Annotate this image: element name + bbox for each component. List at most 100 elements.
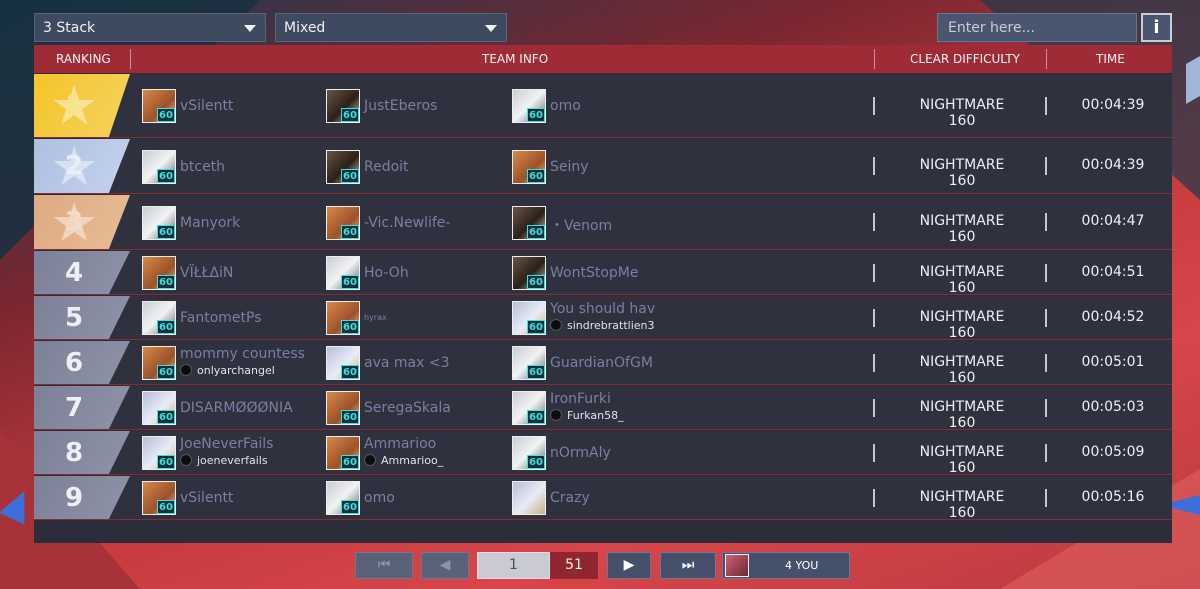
team-member[interactable]: 60 Seiny [512, 150, 812, 184]
info-button[interactable]: i [1141, 13, 1172, 42]
first-page-button[interactable]: ⏮ [355, 552, 413, 579]
team-member[interactable]: 60 Redoit [326, 150, 506, 184]
table-row[interactable]: 8 60 JoeNeverFails joeneverfails 60 Ammarioo A… [34, 431, 1172, 476]
team-member[interactable]: 60 SeregaSkala [326, 391, 506, 425]
team-member[interactable]: 60 omo [326, 481, 506, 515]
header-clear-difficulty: CLEAR DIFFICULTY [910, 52, 1020, 66]
table-row[interactable]: 4 60 VÏŁŁΔiN 60 Ho-Oh 60 WontStopMe NIGHTMARE 1… [34, 251, 1172, 296]
hero-avatar: 60 [512, 391, 546, 425]
search-input[interactable] [937, 13, 1137, 42]
platform-id-text: joeneverfails [197, 454, 268, 467]
header-divider [874, 49, 875, 69]
rank-number: 8 [64, 437, 84, 468]
team-member[interactable]: 60 You should hav sindrebrattlien3 [512, 301, 812, 335]
my-avatar [725, 554, 749, 577]
team-member[interactable]: 60 GuardianOfGM [512, 346, 812, 380]
team-member[interactable]: 60 vSilentt [142, 89, 322, 123]
table-row[interactable]: 9 60 vSilentt 60 omo Crazy NIGHTMARE 160 00:05:… [34, 476, 1172, 521]
column-divider [1045, 353, 1047, 372]
team-member[interactable]: 60 omo [512, 89, 812, 123]
column-divider [873, 443, 875, 462]
team-member[interactable]: 60 VÏŁŁΔiN [142, 256, 322, 290]
hero-avatar: 60 [142, 256, 176, 290]
level-badge: 60 [527, 320, 545, 334]
table-row[interactable]: ★ 3 60 Manyork 60 -Vic.Newlife- 60 ・Venom NIGHTM… [34, 195, 1172, 250]
column-divider [1045, 488, 1047, 507]
table-row[interactable]: ★ 2 60 btceth 60 Redoit 60 Seiny NIGHTMARE 160 00… [34, 139, 1172, 194]
table-row[interactable]: 5 60 FantometPs 60 hyrax 60 You should hav sind… [34, 296, 1172, 341]
team-member[interactable]: 60 FantometPs [142, 301, 322, 335]
current-page-field[interactable]: 1 [477, 552, 550, 579]
level-badge: 60 [157, 169, 175, 183]
team-member[interactable]: 60 btceth [142, 150, 322, 184]
rank-number: 2 [64, 151, 84, 181]
team-member[interactable]: 60 JustEberos [326, 89, 506, 123]
column-divider [1045, 443, 1047, 462]
hero-avatar: 60 [142, 89, 176, 123]
team-member[interactable]: 60 nOrmAly [512, 436, 812, 470]
column-divider [1045, 398, 1047, 417]
rank-badge: 9 [34, 476, 130, 519]
player-name: Ho-Oh [364, 265, 409, 281]
hero-avatar: 60 [326, 436, 360, 470]
chevron-down-icon [244, 25, 256, 32]
team-member[interactable]: 60 JoeNeverFails joeneverfails [142, 436, 322, 470]
clear-time: 00:04:51 [1081, 263, 1145, 280]
team-member[interactable]: 60 hyrax [326, 301, 506, 335]
platform-id: onlyarchangel [180, 364, 275, 377]
team-member[interactable]: 60 Ho-Oh [326, 256, 506, 290]
team-member[interactable]: 60 -Vic.Newlife- [326, 206, 506, 240]
stack-size-dropdown[interactable]: 3 Stack [34, 13, 266, 42]
hero-avatar: 60 [326, 391, 360, 425]
rank-badge: ★ 1 [34, 74, 130, 137]
team-member[interactable]: 60 ava max <3 [326, 346, 506, 380]
next-page-button[interactable]: ▶ [607, 552, 651, 579]
hero-avatar: 60 [142, 436, 176, 470]
rank-number: 7 [64, 392, 84, 423]
team-member[interactable]: 60 IronFurki Furkan58_ [512, 391, 812, 425]
team-member[interactable]: 60 Ammarioo Ammarioo_ [326, 436, 506, 470]
skip-to-first-icon: ⏮ [377, 557, 391, 573]
previous-page-button[interactable]: ◀ [421, 552, 469, 579]
player-name: SeregaSkala [364, 400, 451, 416]
team-member[interactable]: 60 ・Venom [512, 206, 812, 240]
stack-size-value: 3 Stack [43, 20, 96, 36]
rank-badge: 4 [34, 251, 130, 294]
last-page-button[interactable]: ⏭ [660, 552, 716, 579]
clear-time: 00:05:03 [1081, 398, 1145, 415]
rank-number: 5 [64, 302, 84, 333]
hero-avatar: 60 [512, 301, 546, 335]
column-divider [1045, 157, 1047, 175]
mode-value: Mixed [284, 20, 326, 36]
team-member[interactable]: 60 WontStopMe [512, 256, 812, 290]
team-member[interactable]: 60 vSilentt [142, 481, 322, 515]
player-name: -Vic.Newlife- [364, 215, 451, 231]
playstation-icon [550, 409, 562, 421]
table-row[interactable]: ★ 1 60 vSilentt 60 JustEberos 60 omo NIGHTMARE 1… [34, 74, 1172, 138]
level-badge: 60 [157, 365, 175, 379]
column-divider [1045, 263, 1047, 282]
team-member[interactable]: Crazy [512, 481, 812, 515]
hero-avatar: 60 [326, 206, 360, 240]
clear-difficulty: NIGHTMARE 160 [919, 443, 1005, 476]
rank-badge: 7 [34, 386, 130, 429]
table-row[interactable]: 6 60 mommy countess onlyarchangel 60 ava max … [34, 341, 1172, 386]
player-name: ava max <3 [364, 355, 450, 371]
my-rank-button[interactable]: 4 YOU [722, 552, 850, 579]
column-divider [1045, 308, 1047, 327]
column-divider [1045, 96, 1047, 115]
team-member[interactable]: 60 DISARMØØØNIA [142, 391, 322, 425]
team-member[interactable]: 60 Manyork [142, 206, 322, 240]
column-divider [873, 96, 875, 115]
clear-difficulty: NIGHTMARE 160 [919, 263, 1005, 296]
level-badge: 60 [527, 169, 545, 183]
column-divider [873, 308, 875, 327]
team-member[interactable]: 60 mommy countess onlyarchangel [142, 346, 322, 380]
table-row[interactable]: 7 60 DISARMØØØNIA 60 SeregaSkala 60 IronFurki F… [34, 386, 1172, 431]
mode-dropdown[interactable]: Mixed [275, 13, 507, 42]
playstation-icon [180, 364, 192, 376]
hero-avatar: 60 [142, 391, 176, 425]
rank-badge: 5 [34, 296, 130, 339]
playstation-icon [550, 319, 562, 331]
hero-avatar: 60 [512, 346, 546, 380]
